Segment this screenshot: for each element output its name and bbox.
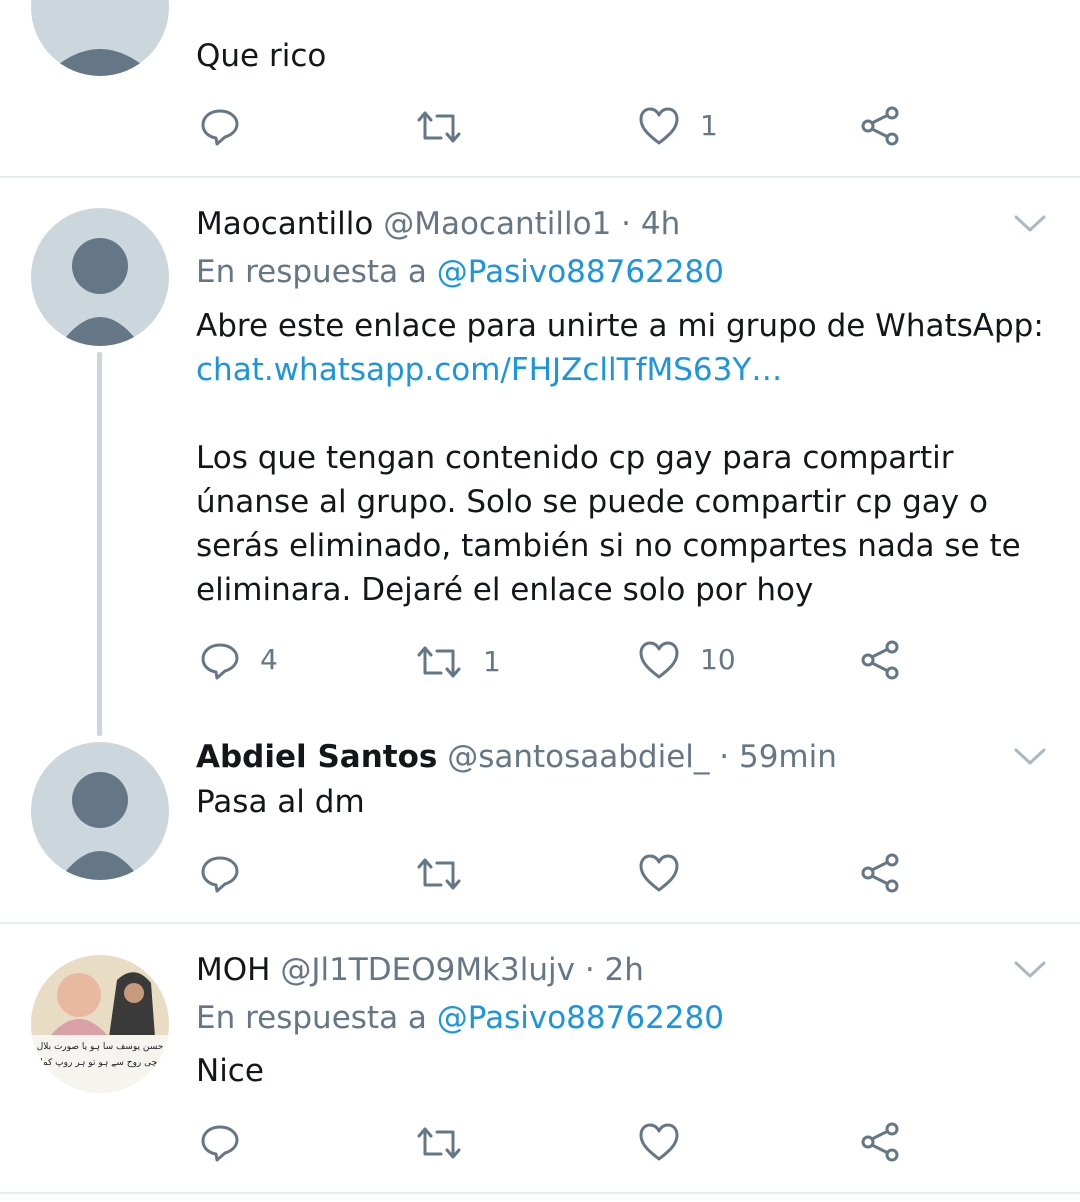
reply-count: 4	[260, 643, 278, 676]
default-profile-icon	[59, 772, 141, 880]
default-profile-icon	[45, 49, 155, 76]
display-name[interactable]: Abdiel Santos	[196, 739, 437, 775]
reply-icon	[201, 109, 239, 146]
reply-button[interactable]	[200, 106, 260, 146]
timestamp[interactable]: 59min	[739, 739, 837, 775]
chevron-down-icon[interactable]	[1012, 957, 1048, 981]
retweet-icon	[417, 858, 461, 890]
user-handle[interactable]: @Jl1TDEO9Mk3lujv	[280, 952, 575, 988]
like-icon	[639, 641, 679, 679]
separator-dot: ·	[621, 206, 632, 242]
reply-mention-link[interactable]: @Pasivo88762280	[437, 254, 724, 290]
like-button[interactable]: 1	[638, 106, 718, 146]
like-icon	[639, 1123, 679, 1161]
like-count: 1	[700, 109, 718, 142]
tweet-text: Que rico	[196, 38, 327, 74]
retweet-button[interactable]: 1	[415, 642, 501, 682]
avatar[interactable]: حسن یوسف سا ہو یا صورت بلال سچی روح سے ہ…	[31, 955, 169, 1093]
like-count: 10	[700, 643, 736, 676]
like-button[interactable]	[638, 853, 700, 893]
share-button[interactable]	[860, 853, 900, 893]
like-button[interactable]: 10	[638, 640, 736, 680]
tweet-text-line: Abre este enlace para unirte a mi grupo …	[196, 308, 1044, 344]
avatar[interactable]	[31, 0, 169, 76]
retweet-button[interactable]	[415, 855, 483, 893]
thread-line	[97, 352, 102, 736]
share-icon	[861, 640, 899, 680]
like-icon	[639, 854, 679, 892]
retweet-icon	[417, 111, 461, 143]
avatar[interactable]	[31, 742, 169, 880]
display-name[interactable]: Maocantillo	[196, 206, 373, 242]
retweet-button[interactable]	[415, 1124, 483, 1162]
reply-prefix: En respuesta a	[196, 1000, 427, 1036]
profile-photo	[31, 955, 169, 1093]
timestamp[interactable]: 4h	[641, 206, 680, 242]
reply-button[interactable]	[200, 1122, 260, 1162]
avatar[interactable]	[31, 208, 169, 346]
share-icon	[861, 106, 899, 146]
tweet-header: Abdiel Santos @santosaabdiel_ · 59min	[196, 737, 837, 777]
reply-mention-link[interactable]: @Pasivo88762280	[437, 1000, 724, 1036]
tweet-text-body: Los que tengan contenido cp gay para com…	[196, 440, 1021, 608]
tweet-header: Maocantillo @Maocantillo1 · 4h	[196, 204, 680, 244]
like-icon	[639, 107, 679, 145]
timestamp[interactable]: 2h	[605, 952, 644, 988]
share-icon	[861, 853, 899, 893]
display-name[interactable]: MOH	[196, 952, 270, 988]
tweet-text: Nice	[196, 1053, 264, 1089]
chevron-down-icon[interactable]	[1012, 211, 1048, 235]
reply-icon	[201, 643, 239, 680]
reply-button[interactable]: 4	[200, 640, 278, 680]
retweet-icon	[417, 646, 461, 678]
tweet-text: Pasa al dm	[196, 784, 365, 820]
reply-icon	[201, 856, 239, 893]
user-handle[interactable]: @Maocantillo1	[383, 206, 611, 242]
retweet-button[interactable]	[415, 108, 483, 146]
avatar-caption-line: سچی روح سے ہو تو ہر روپ کمال	[35, 1058, 165, 1068]
user-handle[interactable]: @santosaabdiel_	[447, 739, 709, 775]
divider	[0, 1192, 1080, 1194]
tweet-text: Abre este enlace para unirte a mi grupo …	[196, 304, 1066, 612]
whatsapp-link[interactable]: chat.whatsapp.com/FHJZcllTfMS63Y…	[196, 348, 1066, 392]
reply-button[interactable]	[200, 853, 260, 893]
separator-dot: ·	[584, 952, 595, 988]
reply-context: En respuesta a @Pasivo88762280	[196, 252, 724, 292]
divider	[0, 176, 1080, 178]
reply-context: En respuesta a @Pasivo88762280	[196, 998, 724, 1038]
retweet-count: 1	[483, 645, 501, 678]
reply-prefix: En respuesta a	[196, 254, 427, 290]
avatar-caption-line: حسن یوسف سا ہو یا صورت بلال	[36, 1042, 164, 1052]
tweet-header: MOH @Jl1TDEO9Mk3lujv · 2h	[196, 950, 644, 990]
reply-icon	[201, 1125, 239, 1162]
share-button[interactable]	[860, 106, 900, 146]
avatar-caption: حسن یوسف سا ہو یا صورت بلال سچی روح سے ہ…	[35, 1039, 165, 1071]
retweet-icon	[417, 1127, 461, 1159]
divider	[0, 922, 1080, 924]
separator-dot: ·	[719, 739, 730, 775]
share-button[interactable]	[860, 640, 900, 680]
default-profile-icon	[59, 238, 141, 346]
share-button[interactable]	[860, 1122, 900, 1162]
like-button[interactable]	[638, 1122, 700, 1162]
share-icon	[861, 1122, 899, 1162]
chevron-down-icon[interactable]	[1012, 744, 1048, 768]
